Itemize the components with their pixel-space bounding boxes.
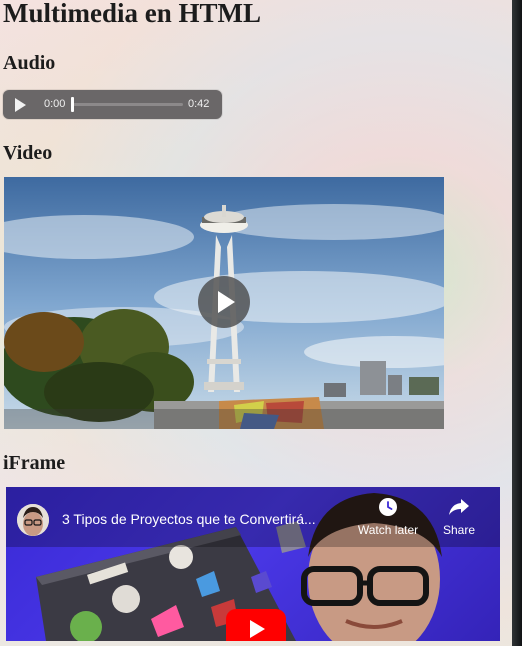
video-heading: Video (3, 142, 53, 164)
share-label: Share (442, 523, 476, 537)
screen-bezel (512, 0, 522, 646)
avatar-image (17, 504, 49, 536)
audio-seek-bar[interactable] (73, 103, 183, 106)
video-play-button[interactable] (198, 276, 250, 328)
watch-later-label: Watch later (357, 523, 419, 537)
audio-player[interactable]: 0:00 0:42 (3, 90, 222, 119)
play-icon[interactable] (15, 98, 26, 112)
channel-avatar[interactable] (17, 504, 49, 536)
page: Multimedia en HTML Audio 0:00 0:42 Video (0, 0, 512, 646)
audio-heading: Audio (3, 52, 56, 74)
share-button[interactable]: Share (423, 497, 495, 537)
watch-later-button[interactable]: Watch later (352, 497, 424, 537)
clock-icon (379, 498, 397, 516)
audio-current-time: 0:00 (44, 98, 66, 110)
youtube-play-button[interactable] (226, 609, 286, 641)
iframe-heading: iFrame (3, 452, 66, 474)
youtube-iframe[interactable]: 3 Tipos de Proyectos que te Convertirá..… (6, 487, 500, 641)
audio-seek-thumb[interactable] (71, 97, 74, 112)
share-arrow-icon (449, 499, 469, 515)
youtube-video-title[interactable]: 3 Tipos de Proyectos que te Convertirá..… (62, 511, 362, 527)
page-title: Multimedia en HTML (3, 0, 261, 28)
audio-duration: 0:42 (188, 98, 210, 110)
